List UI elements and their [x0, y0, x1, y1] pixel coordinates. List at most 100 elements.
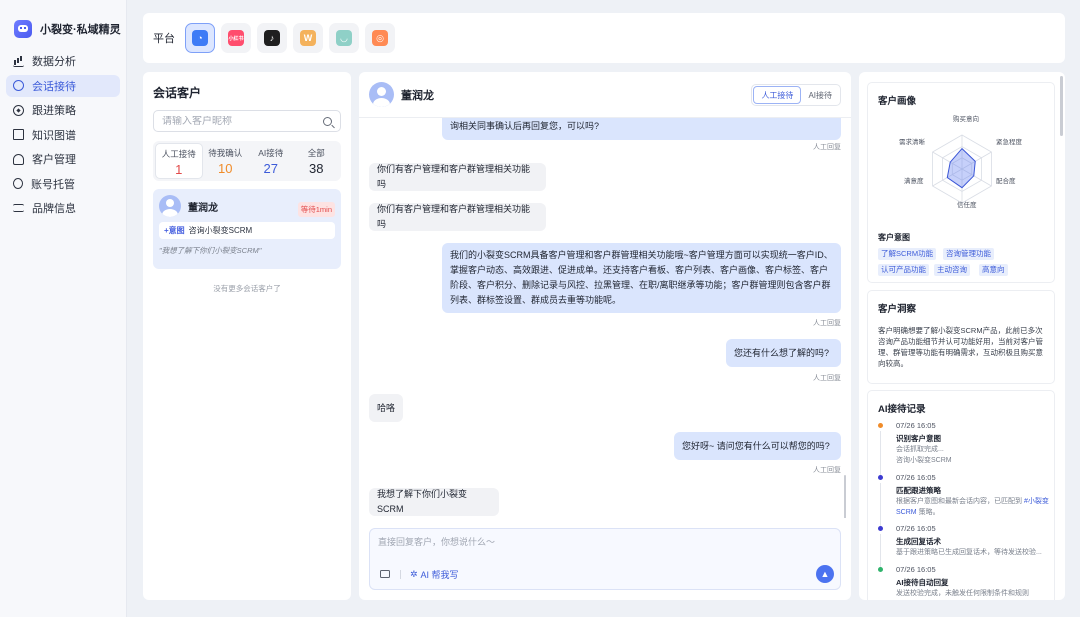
nav-item-label: 品牌信息 [32, 203, 76, 215]
record-title: 识别客户意图 [896, 434, 941, 443]
intent-row: +意图 咨询小裂变SCRM [159, 222, 335, 239]
platform-miniapp-button[interactable]: ◡ [329, 23, 359, 53]
mode-ai-button[interactable]: AI接待 [801, 86, 839, 104]
intent-chip: 认可产品功能 [878, 264, 929, 276]
radar-label: 需求清晰 [899, 139, 925, 146]
message-text: 我们的小裂变SCRM具备客户管理和客户群管理相关功能哦~客户管理方面可以实现统一… [450, 250, 833, 305]
chat-icon [13, 80, 24, 91]
send-button[interactable]: ▲ [816, 565, 834, 583]
record-dot [878, 423, 883, 428]
nav-item-label: 跟进策略 [32, 105, 76, 117]
record-dot [878, 526, 883, 531]
conversation-card[interactable]: 董润龙 等待1min +意图 咨询小裂变SCRM "我想了解下你们小裂变SCRM… [153, 189, 341, 269]
record-desc-text: 根据客户意图和最新会话内容，已匹配到 [896, 498, 1022, 505]
platform-douyin-button[interactable]: ♪ [257, 23, 287, 53]
douyin-icon: ♪ [264, 30, 280, 46]
wecom-icon: ◔ [192, 30, 208, 46]
record-dot [878, 567, 883, 572]
platform-weibo-button[interactable]: W [293, 23, 323, 53]
chat-panel: 董润龙 人工接待 AI接待 询相关同事确认后再回复您，可以吗? 人工回复 你们有… [359, 72, 851, 600]
customer-search-input[interactable] [162, 115, 312, 127]
intent-chip: 了解SCRM功能 [878, 248, 937, 260]
nav-item-brand-info[interactable]: 品牌信息 [6, 197, 120, 219]
tab-count: 38 [309, 161, 324, 176]
nav-item-account-hosting[interactable]: 账号托管 [6, 173, 120, 195]
brand-name: 小裂变·私域精灵 [40, 23, 121, 36]
insight-card: 客户洞察 客户明确想要了解小裂变SCRM产品，此前已多次咨询产品功能细节并认可功… [867, 290, 1055, 384]
platform-kuaishou-button[interactable]: ◎ [365, 23, 395, 53]
last-message-quote: "我想了解下你们小裂变SCRM" [159, 246, 262, 255]
tab-manual[interactable]: 人工接待 1 [155, 143, 203, 179]
tab-label: 全部 [307, 148, 325, 158]
nav-item-data-analysis[interactable]: 数据分析 [6, 50, 120, 72]
message-list: 询相关同事确认后再回复您，可以吗? 人工回复 你们有客户管理和客户群管理相关功能… [359, 118, 851, 518]
tab-label: 人工接待 [161, 149, 196, 159]
left-navigation: 小裂变·私域精灵 数据分析 会话接待 跟进策略 知识图谱 客户管理 账号托管 品… [0, 0, 127, 617]
sparkle-icon: ✲ [410, 569, 418, 579]
customer-info-panel: 客户画像 购买意向 紧急程度 配合度 信任度 满意度 需求清晰 客户意图 了解S… [859, 72, 1065, 600]
mode-manual-button[interactable]: 人工接待 [753, 86, 802, 104]
timeline-line [880, 483, 881, 527]
panel-title: 会话客户 [153, 86, 202, 100]
image-icon[interactable] [380, 570, 390, 578]
message-text: 询相关同事确认后再回复您，可以吗? [450, 120, 600, 131]
radar-label: 购买意向 [953, 116, 979, 123]
card-title: 客户洞察 [878, 304, 917, 315]
record-item: 07/26 16:05 匹配跟进策略 根据客户意图和最新会话内容，已匹配到 #小… [878, 473, 1050, 527]
intent-chip: 高意向 [979, 264, 1008, 276]
tab-count: 1 [175, 162, 183, 177]
ai-write-button[interactable]: ✲ AI 帮我写 [410, 568, 459, 581]
tab-pending[interactable]: 待我确认 10 [203, 143, 249, 179]
brand: 小裂变·私域精灵 [0, 0, 126, 44]
message-meta: 人工回复 [813, 144, 841, 151]
record-item: 07/26 16:05 AI接待自动回复 发送校验完成，未触发任何限制条件和规则 [878, 565, 1050, 600]
reply-composer: ✲ AI 帮我写 ▲ [369, 528, 841, 590]
miniapp-icon: ◡ [336, 30, 352, 46]
tab-ai[interactable]: AI接待 27 [248, 143, 294, 179]
customer-name: 董润龙 [188, 202, 218, 214]
message-bubble-in: 哈咯 [369, 394, 403, 422]
message-bubble-in: 我想了解下你们小裂变SCRM [369, 488, 499, 516]
platform-list: ◔ 小红书 ♪ W ◡ ◎ [185, 23, 401, 53]
message-meta: 人工回复 [813, 467, 841, 474]
reply-input[interactable] [378, 535, 828, 559]
nav-item-customer-management[interactable]: 客户管理 [6, 148, 120, 170]
wait-badge: 等待1min [297, 202, 335, 217]
intent-chip: 咨询管理功能 [943, 248, 994, 260]
intent-text: 咨询小裂变SCRM [188, 226, 253, 235]
ai-records-card: AI接待记录 07/26 16:05 识别客户意图 会话抓取完成... 咨询小裂变… [867, 390, 1055, 600]
nav-item-knowledge-graph[interactable]: 知识图谱 [6, 124, 120, 146]
nav-item-conversation[interactable]: 会话接待 [6, 74, 120, 97]
nav-item-label: 客户管理 [32, 154, 76, 166]
search-icon[interactable] [323, 116, 332, 126]
record-time: 07/26 16:05 [896, 421, 936, 430]
message-bubble-out: 您好呀~ 请问您有什么可以帮您的吗? [674, 432, 841, 460]
nav-item-follow-strategy[interactable]: 跟进策略 [6, 99, 120, 121]
record-desc-line: 咨询小裂变SCRM [896, 456, 952, 464]
radar-label: 配合度 [996, 178, 1016, 185]
record-title: 生成回复话术 [896, 537, 941, 546]
right-scrollbar[interactable] [1060, 76, 1063, 136]
record-time: 07/26 16:05 [896, 524, 936, 533]
ai-write-label: AI 帮我写 [420, 570, 459, 580]
weibo-icon: W [300, 30, 316, 46]
platform-label: 平台 [153, 33, 175, 45]
record-item: 07/26 16:05 识别客户意图 会话抓取完成... 咨询小裂变SCRM [878, 421, 1050, 475]
tab-all[interactable]: 全部 38 [294, 143, 340, 179]
timeline-line [880, 431, 881, 475]
nav-list: 数据分析 会话接待 跟进策略 知识图谱 客户管理 账号托管 品牌信息 [0, 50, 126, 219]
compass-icon [13, 104, 24, 116]
record-title: AI接待自动回复 [896, 578, 949, 587]
record-item: 07/26 16:05 生成回复话术 基于跟进策略已生成回复话术，等待发送校验.… [878, 524, 1050, 570]
brand-logo-icon [14, 19, 32, 38]
platform-wecom-button[interactable]: ◔ [185, 23, 215, 53]
tab-label: AI接待 [258, 148, 284, 158]
intent-subtitle: 客户意图 [878, 233, 910, 242]
radar-area [946, 147, 976, 189]
chat-scrollbar[interactable] [844, 475, 846, 518]
insight-text: 客户明确想要了解小裂变SCRM产品，此前已多次咨询产品功能细节并认可功能好用，当… [878, 326, 1043, 368]
message-meta: 人工回复 [813, 320, 841, 327]
profile-card: 客户画像 购买意向 紧急程度 配合度 信任度 满意度 需求清晰 客户意图 了解S… [867, 82, 1055, 283]
record-dot [878, 475, 883, 480]
platform-xiaohongshu-button[interactable]: 小红书 [221, 23, 251, 53]
